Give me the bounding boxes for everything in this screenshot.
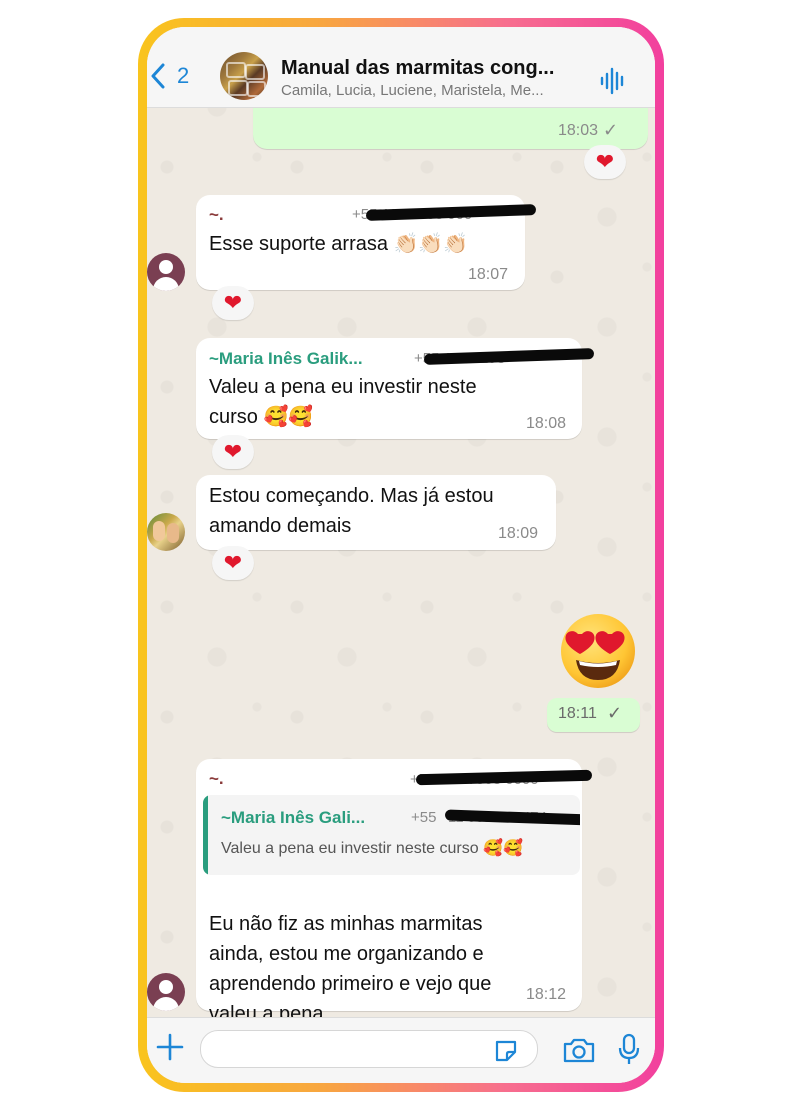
sender-name: ~Maria Inês Galik... bbox=[209, 349, 363, 368]
chevron-left-icon bbox=[151, 63, 165, 89]
message-text: amando demais bbox=[209, 515, 352, 537]
heart-reaction[interactable]: ❤ bbox=[212, 286, 254, 320]
message-text: Valeu a pena eu investir neste bbox=[209, 376, 477, 398]
message-text: Estou começando. Mas já estou bbox=[209, 485, 494, 507]
sender-name: ~. bbox=[209, 769, 224, 788]
message-text: Eu não fiz as minhas marmitas bbox=[209, 913, 483, 935]
message-bubble-incoming[interactable]: ~. +55 11 97503 000 Esse suporte arrasa … bbox=[196, 195, 537, 290]
message-time: 18:12 bbox=[526, 986, 567, 1003]
read-check-icon: ✓ bbox=[603, 120, 619, 140]
message-bubble-outgoing[interactable]: 18:11 ✓ bbox=[547, 698, 640, 732]
message-time: 18:08 bbox=[526, 415, 567, 432]
quoted-sender-name: ~Maria Inês Gali... bbox=[221, 808, 366, 827]
microphone-icon[interactable] bbox=[617, 1033, 641, 1067]
avatar[interactable] bbox=[147, 513, 185, 551]
heart-icon: ❤ bbox=[223, 439, 243, 464]
heart-eyes-emoji bbox=[561, 614, 635, 688]
message-time: 18:07 bbox=[468, 266, 509, 283]
quoted-sender-phone: +55 bbox=[411, 809, 437, 826]
message-bubble-incoming[interactable]: ~Maria Inês Galik... +55 11 99193 Valeu … bbox=[196, 338, 595, 439]
message-text: Esse suporte arrasa 👏🏻👏🏻👏🏻 bbox=[209, 233, 469, 255]
sticker-icon[interactable] bbox=[493, 1038, 519, 1064]
back-button[interactable]: 2 bbox=[147, 61, 199, 91]
voice-chat-icon[interactable] bbox=[599, 67, 627, 95]
composer-bar bbox=[147, 1017, 655, 1083]
plus-icon[interactable] bbox=[155, 1032, 185, 1062]
message-text: aprendendo primeiro e vejo que bbox=[209, 973, 492, 995]
heart-icon: ❤ bbox=[595, 149, 615, 174]
message-time: 18:11 bbox=[558, 705, 597, 722]
camera-icon[interactable] bbox=[562, 1036, 596, 1064]
heart-icon: ❤ bbox=[223, 550, 243, 575]
avatar[interactable] bbox=[147, 253, 185, 291]
read-check-icon: ✓ bbox=[607, 703, 623, 723]
quoted-text: Valeu a pena eu investir neste curso 🥰🥰 bbox=[221, 840, 523, 857]
message-text: curso 🥰🥰 bbox=[209, 406, 314, 428]
quoted-message[interactable]: ~Maria Inês Gali... +55 11 99193 2474 Va… bbox=[203, 795, 580, 875]
heart-reaction[interactable]: ❤ bbox=[212, 546, 254, 580]
message-text: ainda, estou me organizando e bbox=[209, 943, 484, 965]
message-time: 18:09 bbox=[498, 525, 539, 542]
sender-name: ~. bbox=[209, 205, 224, 224]
unread-count: 2 bbox=[177, 63, 190, 88]
group-members[interactable]: Camila, Lucia, Luciene, Maristela, Me... bbox=[281, 82, 544, 99]
chat-header: 2 Manual das marmitas cong... Camila, Lu… bbox=[147, 27, 655, 108]
message-time: 18:03 bbox=[558, 122, 599, 139]
quote-accent-bar bbox=[203, 795, 208, 875]
message-bubble-incoming[interactable]: Estou começando. Mas já estou amando dem… bbox=[196, 475, 556, 550]
avatar[interactable] bbox=[147, 973, 185, 1011]
heart-reaction[interactable]: ❤ bbox=[584, 145, 626, 179]
heart-reaction[interactable]: ❤ bbox=[212, 435, 254, 469]
message-input[interactable] bbox=[200, 1030, 538, 1068]
group-avatar[interactable] bbox=[220, 52, 268, 100]
heart-icon: ❤ bbox=[223, 290, 243, 315]
group-title[interactable]: Manual das marmitas cong... bbox=[281, 57, 554, 80]
chat-screen: 2 Manual das marmitas cong... Camila, Lu… bbox=[147, 27, 655, 1083]
